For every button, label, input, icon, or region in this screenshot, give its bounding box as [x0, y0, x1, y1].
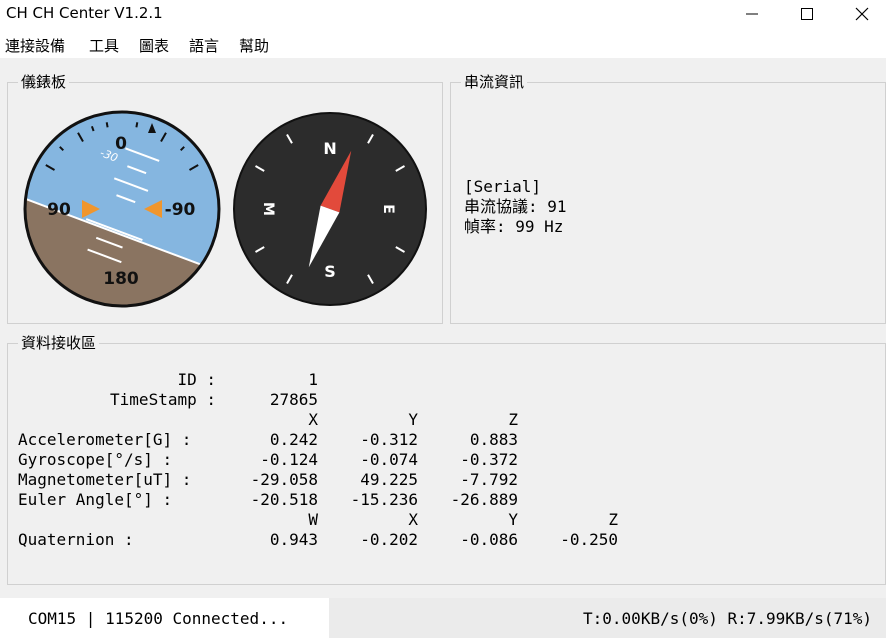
quat-y: -0.086: [460, 530, 518, 549]
menu-help[interactable]: 幫助: [239, 35, 269, 56]
gyro-z: -0.372: [460, 450, 518, 469]
quat-x: -0.202: [360, 530, 418, 549]
status-bar: COM15 | 115200 Connected... T:0.00KB/s(0…: [0, 598, 886, 638]
menu-connect-device[interactable]: 連接設備: [5, 35, 65, 56]
id-label: ID :: [177, 370, 216, 389]
serial-type: [Serial]: [464, 177, 542, 196]
data-receive-group: 資料接收區 ID : 1 TimeStamp : 27865 X Y Z Acc…: [7, 334, 886, 585]
serial-protocol: 串流協議: 91: [464, 197, 567, 216]
menu-tools[interactable]: 工具: [89, 35, 119, 56]
roll-label-right: -90: [165, 200, 196, 220]
close-icon: [855, 7, 869, 21]
throughput-status: T:0.00KB/s(0%) R:7.99KB/s(71%): [583, 609, 872, 628]
quat-z: -0.250: [560, 530, 618, 549]
minimize-button[interactable]: [726, 0, 778, 28]
menu-bar: 連接設備 工具 圖表 語言 幫助: [0, 30, 886, 58]
window-title: CH CH Center V1.2.1: [6, 4, 163, 22]
euler-x: -20.518: [250, 490, 318, 509]
dashboard-title: 儀錶板: [18, 73, 70, 91]
quat-w: 0.943: [269, 530, 318, 549]
header-qx: X: [408, 510, 418, 529]
euler-angle-label: Euler Angle[°] :: [18, 490, 173, 509]
id-value: 1: [308, 370, 318, 389]
timestamp-value: 27865: [269, 390, 318, 409]
dashboard-group: 儀錶板 -30 0 90 -90 180 N E S M: [7, 73, 443, 324]
magnetometer-label: Magnetometer[uT] :: [18, 470, 192, 489]
menu-charts[interactable]: 圖表: [139, 35, 169, 56]
serial-info-text: [Serial] 串流協議: 91 幀率: 99 Hz: [464, 177, 567, 237]
connection-status: COM15 | 115200 Connected...: [28, 609, 289, 628]
timestamp-label: TimeStamp :: [110, 390, 216, 409]
maximize-icon: [801, 8, 813, 20]
serial-frame-rate: 幀率: 99 Hz: [464, 217, 564, 236]
close-button[interactable]: [836, 0, 886, 28]
header-qy: Y: [508, 510, 518, 529]
menu-language[interactable]: 語言: [189, 35, 219, 56]
compass-label-w: M: [260, 202, 276, 216]
gyroscope-label: Gyroscope[°/s] :: [18, 450, 173, 469]
mag-y: 49.225: [360, 470, 418, 489]
roll-label-bottom: 180: [103, 269, 139, 289]
roll-label-top: 0: [115, 134, 127, 154]
mag-z: -7.792: [460, 470, 518, 489]
serial-info-title: 串流資訊: [461, 73, 528, 91]
compass-label-s: S: [324, 262, 336, 281]
maximize-button[interactable]: [781, 0, 833, 28]
euler-z: -26.889: [450, 490, 518, 509]
roll-tick: [135, 122, 139, 128]
header-y: Y: [408, 410, 418, 429]
gyro-y: -0.074: [360, 450, 418, 469]
header-qz: Z: [608, 510, 618, 529]
attitude-indicator: -30 0 90 -90 180: [23, 110, 221, 308]
minimize-icon: [746, 13, 758, 15]
mag-x: -29.058: [250, 470, 318, 489]
roll-tick: [105, 122, 109, 128]
accel-x: 0.242: [269, 430, 318, 449]
compass: N E S M: [233, 112, 427, 306]
compass-label-n: N: [323, 139, 336, 158]
header-w: W: [308, 510, 318, 529]
header-x: X: [308, 410, 318, 429]
data-receive-title: 資料接收區: [18, 334, 100, 352]
accelerometer-label: Accelerometer[G] :: [18, 430, 192, 449]
gyro-x: -0.124: [260, 450, 318, 469]
accel-y: -0.312: [360, 430, 418, 449]
accel-z: 0.883: [469, 430, 518, 449]
header-z: Z: [508, 410, 518, 429]
title-bar: CH CH Center V1.2.1: [0, 0, 886, 30]
compass-label-e: E: [380, 204, 396, 214]
roll-label-left: 90: [47, 200, 71, 220]
euler-y: -15.236: [350, 490, 418, 509]
quaternion-label: Quaternion :: [18, 530, 134, 549]
connection-status-panel: COM15 | 115200 Connected...: [0, 598, 329, 638]
serial-info-group: 串流資訊 [Serial] 串流協議: 91 幀率: 99 Hz: [450, 73, 886, 324]
